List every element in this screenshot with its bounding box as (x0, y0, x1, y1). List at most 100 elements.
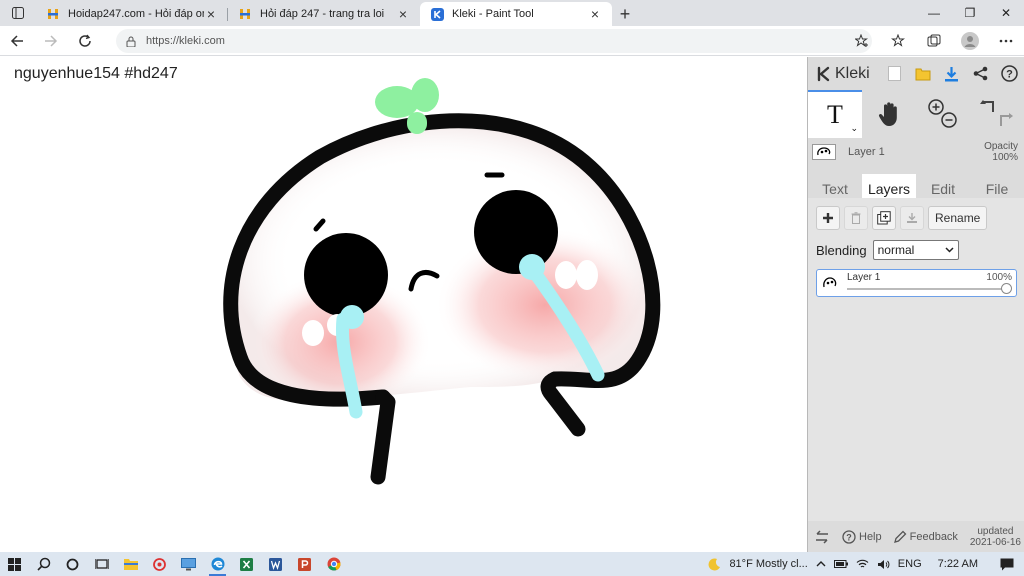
share-button[interactable] (966, 57, 995, 90)
word-button[interactable] (261, 552, 290, 576)
show-hidden-icons[interactable] (812, 552, 830, 576)
add-favorite-icon[interactable] (844, 26, 880, 56)
drawing-canvas[interactable]: nguyenhue154 #hd247 (0, 57, 807, 552)
search-button[interactable] (29, 552, 58, 576)
refresh-button[interactable] (68, 26, 102, 56)
chrome-icon (327, 557, 340, 571)
layer-thumbnail-icon (821, 276, 839, 290)
minimize-icon[interactable]: — (916, 0, 952, 26)
edge-icon (211, 557, 224, 571)
right-eye-highlight-1 (555, 261, 577, 289)
download-button[interactable] (937, 57, 966, 90)
hand-tool-button[interactable] (862, 90, 916, 138)
feedback-label: Feedback (909, 530, 958, 543)
excel-icon (240, 557, 253, 571)
blending-select[interactable]: normal (872, 240, 959, 260)
close-window-icon[interactable]: ✕ (988, 0, 1024, 26)
layer-opacity-slider[interactable] (847, 288, 1004, 290)
browser-tab-kleki[interactable]: Kleki - Paint Tool × (420, 2, 612, 26)
updated-date: 2021-06-16 (969, 536, 1021, 548)
tab-title: Hỏi đáp 247 - trang tra loi (260, 8, 385, 20)
windows-taskbar: 81°F Mostly cl... ENG 7:22 AM (0, 552, 1024, 576)
close-tab-icon[interactable]: × (396, 6, 410, 22)
feedback-link[interactable]: Feedback (888, 521, 964, 552)
notifications-button[interactable] (990, 552, 1024, 576)
task-view-button[interactable] (87, 552, 116, 576)
profile-avatar[interactable] (952, 26, 988, 56)
address-bar[interactable]: https://kleki.com (116, 29, 872, 53)
layers-panel: Rename Blending normal Layer 1 100% (808, 198, 1024, 521)
browser-actions (844, 26, 1024, 56)
remote-desktop-button[interactable] (174, 552, 203, 576)
more-menu-icon[interactable] (988, 26, 1024, 56)
monitor-icon (181, 557, 196, 570)
layer-opacity: 100% (986, 272, 1012, 283)
right-eye-highlight-2 (576, 260, 598, 290)
hoidap-h-icon (238, 7, 252, 21)
folder-icon (915, 68, 931, 81)
close-tab-icon[interactable]: × (204, 6, 218, 22)
new-tab-button[interactable]: + (612, 2, 638, 26)
layer-item[interactable]: Layer 1 100% (816, 269, 1017, 297)
task-view-icon (94, 559, 109, 569)
forward-button[interactable] (34, 26, 68, 56)
volume-icon[interactable] (873, 552, 894, 576)
word-icon (269, 557, 282, 571)
blending-row: Blending normal (808, 230, 1024, 260)
restore-icon[interactable]: ❐ (952, 0, 988, 26)
chevron-down-icon[interactable]: ⌄ (850, 123, 858, 134)
merge-down-button[interactable] (900, 206, 924, 230)
current-layer-preview[interactable]: Layer 1 Opacity 100% (808, 138, 1024, 166)
excel-button[interactable] (232, 552, 261, 576)
tab-title: Hoidap247.com - Hỏi đáp online (68, 8, 204, 20)
file-explorer-button[interactable] (116, 552, 145, 576)
collections-icon[interactable] (916, 26, 952, 56)
swap-side-button[interactable] (808, 521, 836, 552)
help-circle-icon: ? (1001, 65, 1018, 82)
new-image-button[interactable] (880, 57, 909, 90)
zoom-tool-button[interactable] (916, 90, 970, 138)
merge-down-icon (907, 213, 917, 223)
help-button[interactable]: ? (995, 57, 1024, 90)
rename-layer-button[interactable]: Rename (928, 206, 988, 230)
browser-tab-hoidap[interactable]: Hoidap247.com - Hỏi đáp online × (36, 2, 228, 26)
edge-browser-button[interactable] (203, 552, 232, 576)
svg-text:?: ? (846, 532, 852, 542)
kleki-logo[interactable]: Kleki (808, 65, 880, 83)
duplicate-layer-button[interactable] (872, 206, 896, 230)
tab-actions-menu-button[interactable] (0, 0, 36, 26)
start-button[interactable] (0, 552, 29, 576)
window-controls: — ❐ ✕ (916, 0, 1024, 26)
input-language[interactable]: ENG (894, 552, 926, 576)
weather-widget[interactable]: 81°F Mostly cl... (704, 552, 811, 576)
left-tear-drop (340, 305, 364, 329)
hoidap-h-icon (46, 7, 60, 21)
favorites-icon[interactable] (880, 26, 916, 56)
swap-arrows-icon (816, 529, 828, 544)
leaf-stem (407, 112, 427, 134)
kleki-header: Kleki ? (808, 57, 1024, 90)
battery-icon[interactable] (830, 552, 852, 576)
delete-layer-button[interactable] (844, 206, 868, 230)
open-file-button[interactable] (909, 57, 938, 90)
updated-info[interactable]: updated 2021-06-16 (970, 526, 1024, 548)
browser-tab-hoidap-2[interactable]: Hỏi đáp 247 - trang tra loi × (228, 2, 420, 26)
media-app-button[interactable] (145, 552, 174, 576)
chevron-up-icon (816, 561, 826, 567)
back-button[interactable] (0, 26, 34, 56)
close-tab-icon[interactable]: × (588, 6, 602, 22)
powerpoint-button[interactable] (290, 552, 319, 576)
pen-icon (893, 530, 907, 543)
opacity-indicator: Opacity 100% (984, 141, 1018, 163)
clock[interactable]: 7:22 AM (926, 552, 990, 576)
kleki-side-panel: Kleki ? T ⌄ Layer 1 Opacity 100% Text La… (807, 57, 1024, 552)
wifi-icon[interactable] (852, 552, 873, 576)
text-tool-button[interactable]: T ⌄ (808, 90, 862, 138)
add-layer-button[interactable] (816, 206, 840, 230)
cortana-button[interactable] (58, 552, 87, 576)
chevron-down-icon (945, 247, 954, 253)
help-link[interactable]: ? Help (836, 521, 888, 552)
layer-opacity-handle[interactable] (1001, 283, 1012, 294)
chrome-button[interactable] (319, 552, 348, 576)
undo-redo-button[interactable] (970, 90, 1024, 138)
